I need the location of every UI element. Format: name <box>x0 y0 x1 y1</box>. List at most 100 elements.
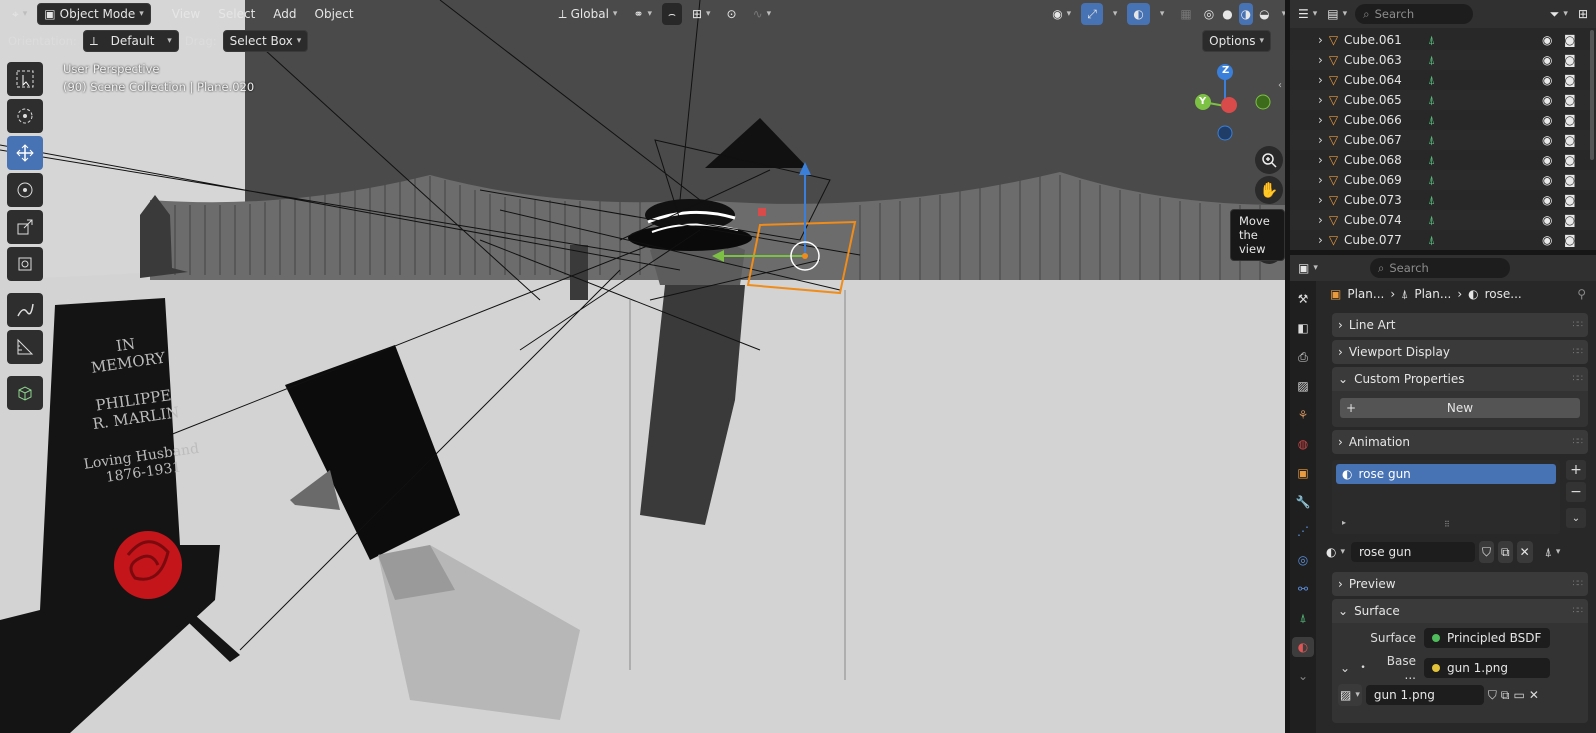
properties-editor-type[interactable]: ▣ ▾ <box>1296 257 1320 279</box>
eye-icon[interactable]: ◉ <box>1542 193 1552 207</box>
drag-handle-icon[interactable]: ∷∷ <box>1573 320 1584 330</box>
drag-dropdown[interactable]: Select Box ▾ <box>222 30 309 52</box>
slot-specials-button[interactable]: ⌄ <box>1566 508 1586 528</box>
output-tab-icon[interactable]: ⎙ <box>1292 347 1314 367</box>
eye-icon[interactable]: ◉ <box>1542 113 1552 127</box>
proportional-edit-button[interactable]: ⊙ <box>721 3 743 25</box>
sidebar-toggle-icon[interactable]: ‹ <box>1278 80 1282 91</box>
expand-arrow-icon[interactable]: › <box>1318 213 1323 227</box>
cursor-tool[interactable] <box>7 99 43 133</box>
camera-icon[interactable]: ◙ <box>1564 53 1576 67</box>
unlink-material-button[interactable]: ✕ <box>1516 541 1533 563</box>
mesh-data-icon[interactable]: ⍋ <box>1428 133 1435 148</box>
properties-search-input[interactable]: ⌕ Search <box>1369 258 1510 278</box>
shading-wireframe-button[interactable]: ◎ <box>1202 3 1216 25</box>
drag-handle-icon[interactable]: ∷∷ <box>1573 374 1584 384</box>
panel-viewport-display[interactable]: › Viewport Display ∷∷ <box>1332 340 1588 364</box>
expand-arrow-icon[interactable]: › <box>1318 33 1323 47</box>
camera-icon[interactable]: ◙ <box>1564 173 1576 187</box>
outliner-scrollbar[interactable] <box>1590 30 1594 160</box>
transform-tool[interactable] <box>7 247 43 281</box>
image-name-field[interactable]: gun 1.png <box>1365 685 1484 705</box>
overlay-dropdown[interactable]: ▾ <box>1154 3 1171 25</box>
camera-icon[interactable]: ◙ <box>1564 133 1576 147</box>
panel-line-art[interactable]: › Line Art ∷∷ <box>1332 313 1588 337</box>
data-tab-icon[interactable]: ⍋ <box>1292 608 1314 628</box>
annotate-tool[interactable] <box>7 293 43 327</box>
eye-icon[interactable]: ◉ <box>1542 73 1552 87</box>
eye-icon[interactable]: ◉ <box>1542 93 1552 107</box>
mesh-data-icon[interactable]: ⍋ <box>1428 193 1435 208</box>
list-item[interactable]: › ▽ Cube.077 ⍋ ◉ ◙ <box>1290 230 1596 250</box>
remove-slot-button[interactable]: − <box>1566 482 1586 502</box>
drag-handle-icon[interactable]: ∷∷ <box>1573 606 1584 616</box>
expand-slots-icon[interactable]: ▸ <box>1342 518 1346 527</box>
navigation-gizmo[interactable] <box>1195 62 1277 148</box>
eye-icon[interactable]: ◉ <box>1542 133 1552 147</box>
duplicate-material-button[interactable]: ⧉ <box>1498 541 1513 563</box>
expand-arrow-icon[interactable]: › <box>1318 233 1323 247</box>
add-cube-tool[interactable] <box>7 376 43 410</box>
resize-handle-icon[interactable]: ⠿ <box>1444 520 1450 529</box>
visibility-button[interactable]: ◉ ▾ <box>1046 3 1077 25</box>
menu-select[interactable]: Select <box>211 3 262 25</box>
expand-arrow-icon[interactable]: › <box>1318 173 1323 187</box>
gizmo-toggle[interactable]: ⤢ <box>1081 3 1103 25</box>
falloff-button[interactable]: ∿ ▾ <box>747 3 778 25</box>
link-type-button[interactable]: ⍋ ▾ <box>1543 541 1563 563</box>
expand-arrow-icon[interactable]: › <box>1318 193 1323 207</box>
panel-custom-properties[interactable]: ⌄ Custom Properties ∷∷ <box>1332 367 1588 391</box>
mesh-data-icon[interactable]: ⍋ <box>1428 93 1435 108</box>
render-tab-icon[interactable]: ◧ <box>1292 318 1314 338</box>
material-name-field[interactable]: rose gun <box>1351 542 1476 562</box>
menu-view[interactable]: View <box>165 3 207 25</box>
modifier-tab-icon[interactable]: 🔧 <box>1292 492 1314 512</box>
expand-arrow-icon[interactable]: › <box>1318 113 1323 127</box>
constraints-tab-icon[interactable]: ⚯ <box>1292 579 1314 599</box>
eye-icon[interactable]: ◉ <box>1542 233 1552 247</box>
new-collection-button[interactable]: ⊞ <box>1576 3 1590 25</box>
snap-target-button[interactable]: ⊞ ▾ <box>686 3 717 25</box>
measure-tool[interactable] <box>7 330 43 364</box>
list-item[interactable]: › ▽ Cube.067 ⍋ ◉ ◙ <box>1290 130 1596 150</box>
eye-icon[interactable]: ◉ <box>1542 153 1552 167</box>
zoom-button[interactable] <box>1255 146 1283 174</box>
drag-handle-icon[interactable]: ∷∷ <box>1573 437 1584 447</box>
xray-toggle[interactable]: ▦ <box>1174 3 1197 25</box>
close-icon[interactable]: ✕ <box>1529 688 1539 702</box>
filter-button[interactable]: ⏷ ▾ <box>1548 3 1570 25</box>
menu-object[interactable]: Object <box>308 3 361 25</box>
fake-user-button[interactable]: ⛉ <box>1479 541 1495 563</box>
orientation-dropdown[interactable]: ⟂ Default ▾ <box>82 30 179 52</box>
shading-rendered-button[interactable]: ◒ <box>1257 3 1271 25</box>
object-tab-icon[interactable]: ▣ <box>1292 463 1314 483</box>
material-slot-item[interactable]: ◐ rose gun <box>1336 464 1556 484</box>
pivot-point-button[interactable]: ⚭ ▾ <box>627 3 658 25</box>
list-item[interactable]: › ▽ Cube.069 ⍋ ◉ ◙ <box>1290 170 1596 190</box>
view-layer-tab-icon[interactable]: ▨ <box>1292 376 1314 396</box>
list-item[interactable]: › ▽ Cube.073 ⍋ ◉ ◙ <box>1290 190 1596 210</box>
eye-icon[interactable]: ◉ <box>1542 173 1552 187</box>
material-slot-list[interactable]: ◐ rose gun ▸ ⠿ <box>1332 460 1560 534</box>
add-slot-button[interactable]: + <box>1566 460 1586 480</box>
material-tab-icon[interactable]: ◐ <box>1292 637 1314 657</box>
mesh-data-icon[interactable]: ⍋ <box>1428 53 1435 68</box>
list-item[interactable]: › ▽ Cube.061 ⍋ ◉ ◙ <box>1290 30 1596 50</box>
open-file-icon[interactable]: ▭ <box>1513 688 1524 702</box>
outliner-search-input[interactable]: ⌕ Search <box>1355 4 1474 24</box>
panel-preview[interactable]: › Preview ∷∷ <box>1332 572 1588 596</box>
shading-dropdown[interactable]: ▾ <box>1276 3 1285 25</box>
browse-material-button[interactable]: ◐ ▾ <box>1324 541 1347 563</box>
base-color-field[interactable]: gun 1.png <box>1424 658 1550 678</box>
particles-tab-icon[interactable]: ⋰ <box>1292 521 1314 541</box>
expand-arrow-icon[interactable]: › <box>1318 133 1323 147</box>
mesh-data-icon[interactable]: ⍋ <box>1428 73 1435 88</box>
camera-icon[interactable]: ◙ <box>1564 233 1576 247</box>
snap-toggle[interactable]: ⌢ <box>662 3 682 25</box>
scene-tab-icon[interactable]: ⚘ <box>1292 405 1314 425</box>
browse-image-button[interactable]: ▨ ▾ <box>1338 684 1362 706</box>
physics-tab-icon[interactable]: ◎ <box>1292 550 1314 570</box>
3d-viewport[interactable]: IN MEMORY PHILIPPE R. MARLIN Loving Husb… <box>0 0 1285 733</box>
chevron-down-icon[interactable]: ⌄ <box>1340 661 1354 675</box>
mesh-data-icon[interactable]: ⍋ <box>1428 213 1435 228</box>
